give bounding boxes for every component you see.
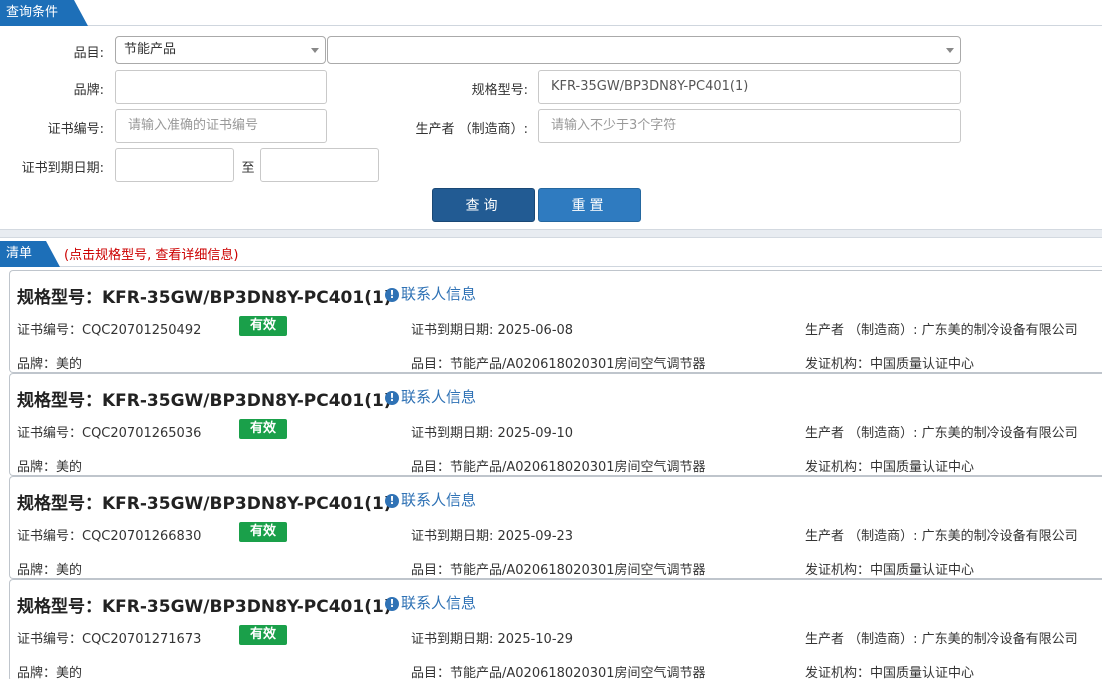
contact-info-link[interactable]: ! 联系人信息 xyxy=(385,386,476,407)
expiry-date: 证书到期日期: 2025-06-08 xyxy=(411,323,574,338)
contact-info-link[interactable]: ! 联系人信息 xyxy=(385,283,476,304)
expiry-date-from-input[interactable] xyxy=(115,148,234,182)
expiry-date-to-input[interactable] xyxy=(260,148,379,182)
info-circle-icon: ! xyxy=(385,597,399,611)
issuing-authority: 发证机构：中国质量认证中心 xyxy=(805,563,975,578)
category: 品目：节能产品/A020618020301房间空气调节器 xyxy=(411,666,706,679)
search-button[interactable]: 查询 xyxy=(432,188,535,222)
section-divider xyxy=(0,229,1102,238)
list-section-title: 清单 xyxy=(0,241,60,267)
contact-info-label: 联系人信息 xyxy=(401,388,477,406)
model-label: 规格型号: xyxy=(471,83,528,98)
brand-label: 品牌: xyxy=(73,83,104,98)
result-card: 规格型号：KFR-35GW/BP3DN8Y-PC401(1) ! 联系人信息 证书… xyxy=(9,373,1102,476)
category-label: 品目: xyxy=(73,46,104,61)
list-hint: (点击规格型号, 查看详细信息) xyxy=(64,248,239,263)
query-panel: 查询条件 品目: 节能产品 品牌: 规格型号: KFR-35GW/BP3DN8Y… xyxy=(0,0,1102,229)
subcategory-select[interactable] xyxy=(327,36,961,64)
brand: 品牌：美的 xyxy=(17,563,83,578)
expiry-date-label: 证书到期日期: xyxy=(21,161,104,176)
query-section-title: 查询条件 xyxy=(0,0,88,26)
contact-info-link[interactable]: ! 联系人信息 xyxy=(385,489,476,510)
contact-info-label: 联系人信息 xyxy=(401,491,477,509)
cert-number-input[interactable]: 请输入准确的证书编号 xyxy=(115,109,327,143)
maker-label: 生产者 （制造商）: xyxy=(415,122,528,137)
manufacturer: 生产者 （制造商）: 广东美的制冷设备有限公司 xyxy=(805,323,1078,338)
result-card: 规格型号：KFR-35GW/BP3DN8Y-PC401(1) ! 联系人信息 证书… xyxy=(9,579,1102,679)
result-card: 规格型号：KFR-35GW/BP3DN8Y-PC401(1) ! 联系人信息 证书… xyxy=(9,270,1102,373)
model-input[interactable]: KFR-35GW/BP3DN8Y-PC401(1) xyxy=(538,70,961,104)
issuing-authority: 发证机构：中国质量认证中心 xyxy=(805,666,975,679)
status-badge: 有效 xyxy=(239,522,287,542)
cert-number: 证书编号：CQC20701250492 xyxy=(17,323,202,338)
reset-button[interactable]: 重置 xyxy=(538,188,641,222)
category: 品目：节能产品/A020618020301房间空气调节器 xyxy=(411,563,706,578)
model-title-link[interactable]: 规格型号：KFR-35GW/BP3DN8Y-PC401(1) xyxy=(17,386,392,411)
expiry-date-to-label: 至 xyxy=(241,161,255,176)
caret-down-icon xyxy=(311,48,319,53)
expiry-date: 证书到期日期: 2025-09-23 xyxy=(411,529,574,544)
cert-number: 证书编号：CQC20701271673 xyxy=(17,632,202,647)
status-badge: 有效 xyxy=(239,419,287,439)
caret-down-icon xyxy=(946,48,954,53)
category-select-value: 节能产品 xyxy=(124,42,177,57)
manufacturer: 生产者 （制造商）: 广东美的制冷设备有限公司 xyxy=(805,529,1078,544)
category-select[interactable]: 节能产品 xyxy=(115,36,326,64)
brand-input[interactable] xyxy=(115,70,327,104)
status-badge: 有效 xyxy=(239,316,287,336)
query-section-header: 查询条件 xyxy=(0,0,1102,26)
expiry-date: 证书到期日期: 2025-09-10 xyxy=(411,426,574,441)
issuing-authority: 发证机构：中国质量认证中心 xyxy=(805,460,975,475)
contact-info-label: 联系人信息 xyxy=(401,594,477,612)
info-circle-icon: ! xyxy=(385,288,399,302)
brand: 品牌：美的 xyxy=(17,357,83,372)
model-title-link[interactable]: 规格型号：KFR-35GW/BP3DN8Y-PC401(1) xyxy=(17,489,392,514)
info-circle-icon: ! xyxy=(385,494,399,508)
status-badge: 有效 xyxy=(239,625,287,645)
manufacturer: 生产者 （制造商）: 广东美的制冷设备有限公司 xyxy=(805,426,1078,441)
brand: 品牌：美的 xyxy=(17,666,83,679)
manufacturer: 生产者 （制造商）: 广东美的制冷设备有限公司 xyxy=(805,632,1078,647)
model-title-link[interactable]: 规格型号：KFR-35GW/BP3DN8Y-PC401(1) xyxy=(17,592,392,617)
contact-info-label: 联系人信息 xyxy=(401,285,477,303)
cert-number: 证书编号：CQC20701266830 xyxy=(17,529,202,544)
info-circle-icon: ! xyxy=(385,391,399,405)
expiry-date: 证书到期日期: 2025-10-29 xyxy=(411,632,574,647)
category: 品目：节能产品/A020618020301房间空气调节器 xyxy=(411,357,706,372)
brand: 品牌：美的 xyxy=(17,460,83,475)
maker-input[interactable]: 请输入不少于3个字符 xyxy=(538,109,961,143)
cert-number-label: 证书编号: xyxy=(47,122,104,137)
cert-number: 证书编号：CQC20701265036 xyxy=(17,426,202,441)
category: 品目：节能产品/A020618020301房间空气调节器 xyxy=(411,460,706,475)
issuing-authority: 发证机构：中国质量认证中心 xyxy=(805,357,975,372)
model-title-link[interactable]: 规格型号：KFR-35GW/BP3DN8Y-PC401(1) xyxy=(17,283,392,308)
result-card: 规格型号：KFR-35GW/BP3DN8Y-PC401(1) ! 联系人信息 证书… xyxy=(9,476,1102,579)
contact-info-link[interactable]: ! 联系人信息 xyxy=(385,592,476,613)
